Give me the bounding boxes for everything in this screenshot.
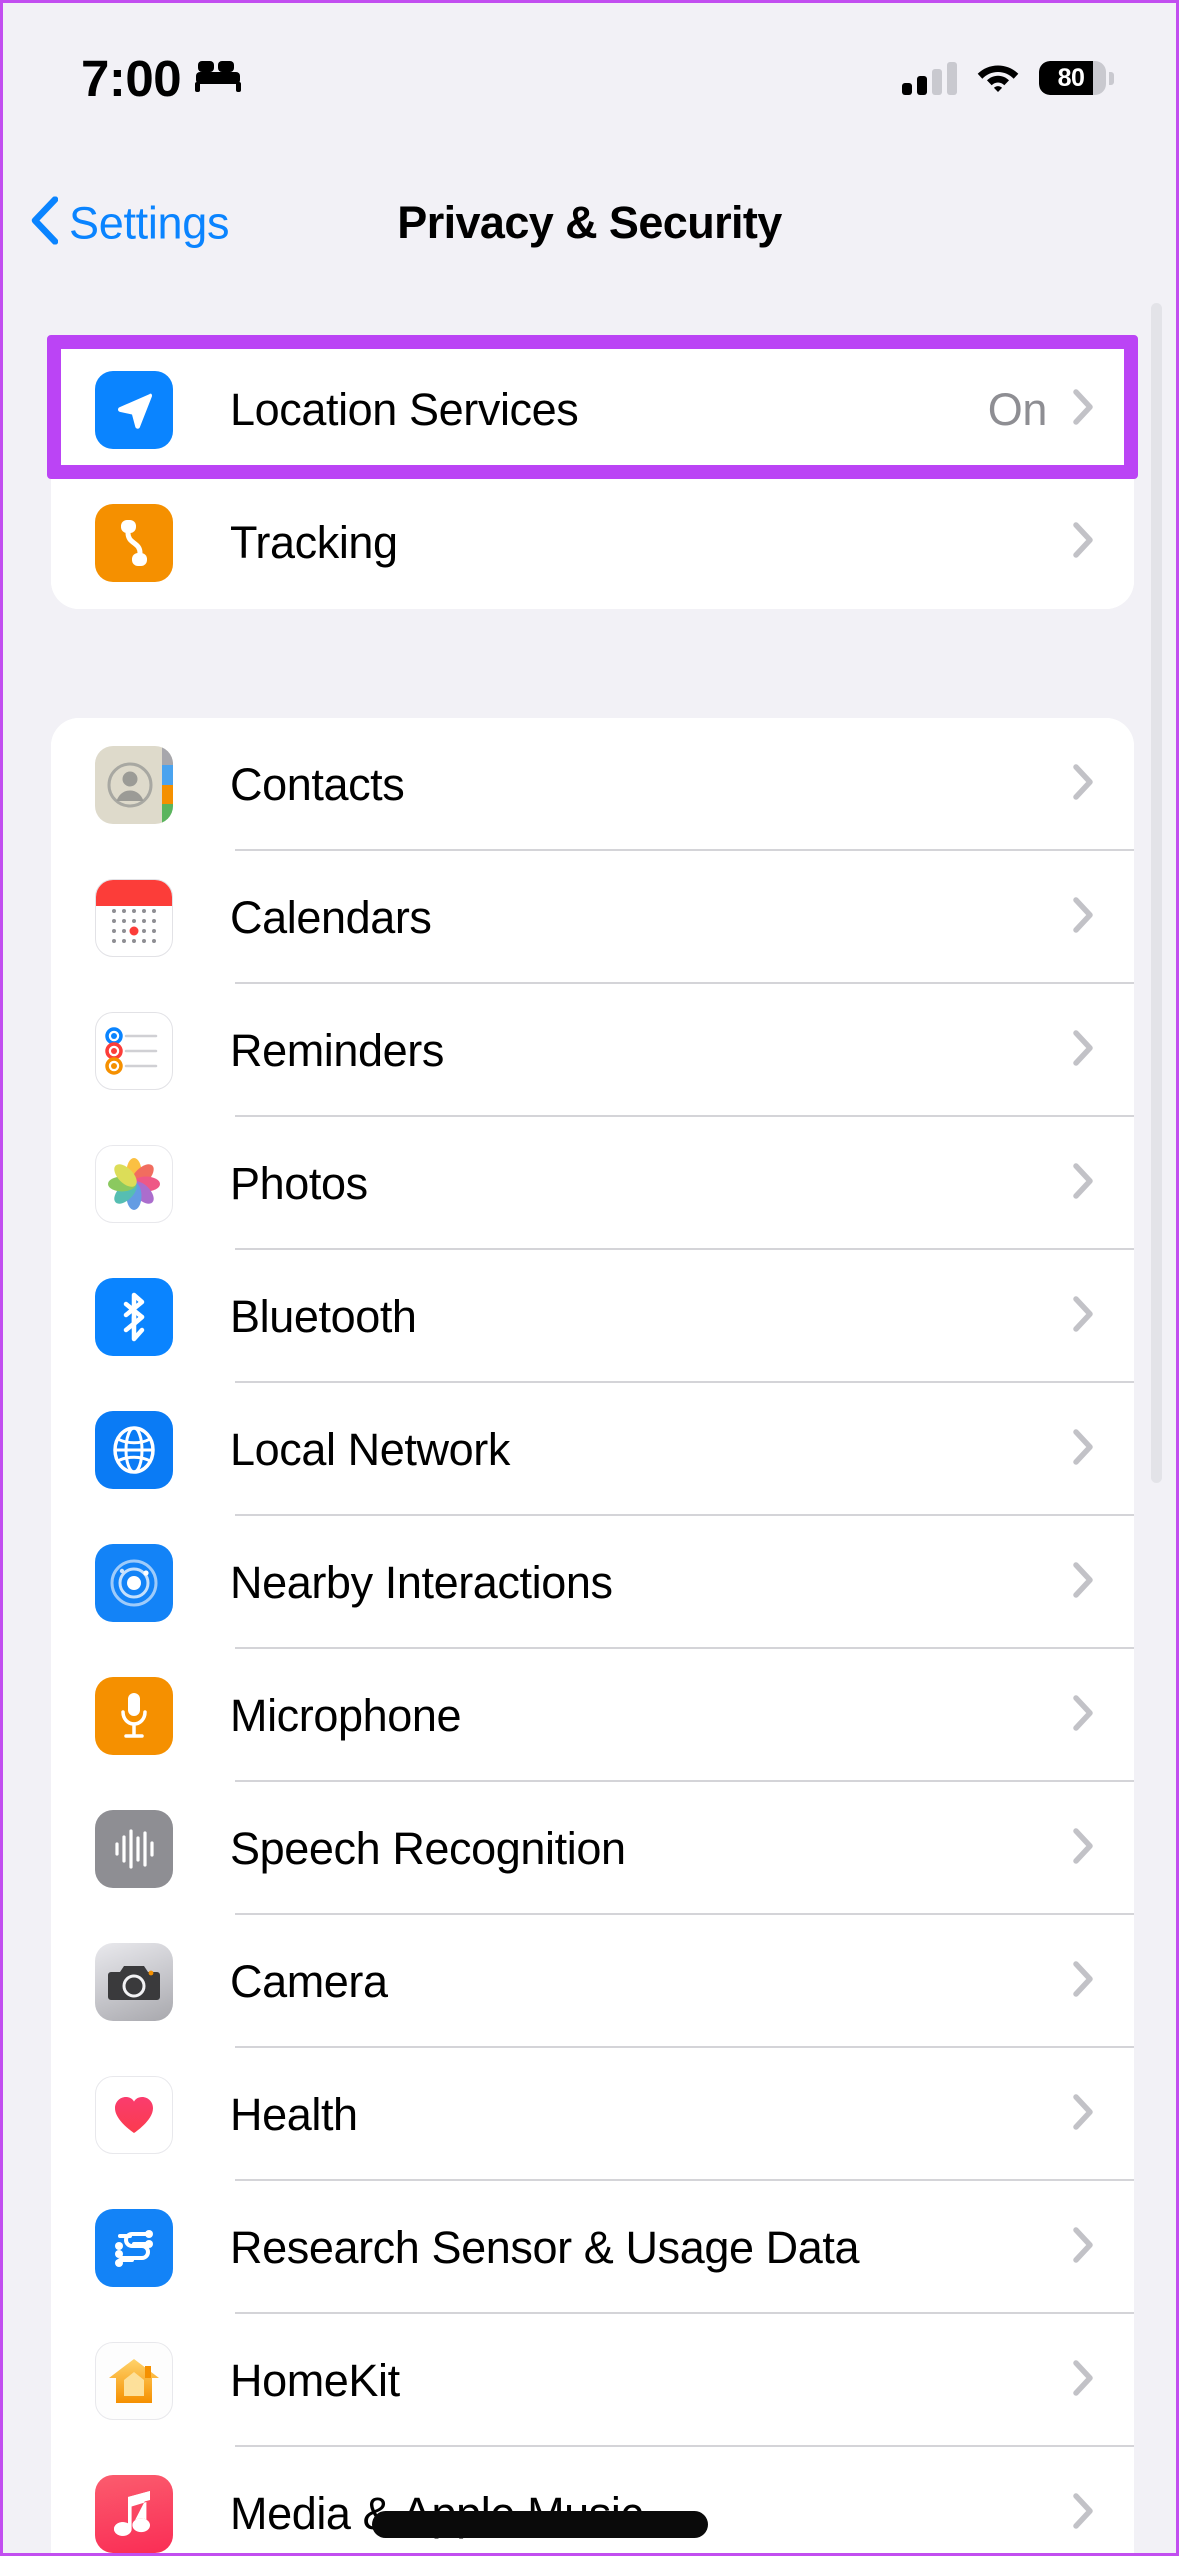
cellular-signal-icon xyxy=(902,61,957,95)
photos-icon xyxy=(95,1144,173,1223)
chevron-right-icon xyxy=(1073,1828,1094,1869)
status-bar: 7:00 80 xyxy=(3,3,1176,153)
row-homekit[interactable]: HomeKit xyxy=(51,2314,1134,2447)
row-label: Speech Recognition xyxy=(230,1823,626,1874)
chevron-right-icon xyxy=(1073,2493,1094,2534)
contacts-icon xyxy=(95,745,173,824)
chevron-right-icon xyxy=(1073,2094,1094,2135)
row-label: Location Services xyxy=(230,384,579,435)
row-reminders[interactable]: Reminders xyxy=(51,984,1134,1117)
research-sensor-icon xyxy=(95,2208,173,2287)
globe-icon xyxy=(95,1410,173,1489)
music-note-icon xyxy=(95,2474,173,2553)
row-label: HomeKit xyxy=(230,2355,400,2406)
row-label: Camera xyxy=(230,1956,388,2007)
row-label: Health xyxy=(230,2089,358,2140)
wifi-icon xyxy=(976,59,1020,97)
row-microphone[interactable]: Microphone xyxy=(51,1649,1134,1782)
row-label: Contacts xyxy=(230,759,405,810)
navigation-bar: Settings Privacy & Security xyxy=(3,153,1176,293)
nearby-radar-icon xyxy=(95,1543,173,1622)
row-label: Bluetooth xyxy=(230,1291,417,1342)
home-icon xyxy=(95,2341,173,2420)
row-label: Research Sensor & Usage Data xyxy=(230,2222,860,2273)
chevron-right-icon xyxy=(1073,897,1094,938)
settings-group-app-permissions: Contacts Calendars Reminders Photos Blue… xyxy=(51,718,1134,2553)
row-contacts[interactable]: Contacts xyxy=(51,718,1134,851)
row-local-network[interactable]: Local Network xyxy=(51,1383,1134,1516)
row-value: On xyxy=(987,384,1048,435)
chevron-right-icon xyxy=(1073,764,1094,805)
scrollbar[interactable] xyxy=(1151,303,1162,1483)
camera-icon xyxy=(95,1942,173,2021)
row-research-sensor[interactable]: Research Sensor & Usage Data xyxy=(51,2181,1134,2314)
chevron-right-icon xyxy=(1073,2227,1094,2268)
chevron-right-icon xyxy=(1073,1695,1094,1736)
tracking-icon xyxy=(95,503,173,582)
chevron-right-icon xyxy=(1073,522,1094,563)
row-label: Microphone xyxy=(230,1690,462,1741)
location-arrow-icon xyxy=(95,370,173,449)
chevron-right-icon xyxy=(1073,1163,1094,1204)
heart-icon xyxy=(95,2075,173,2154)
waveform-icon xyxy=(95,1809,173,1888)
row-tracking[interactable]: Tracking xyxy=(51,476,1134,609)
row-camera[interactable]: Camera xyxy=(51,1915,1134,2048)
settings-scroll-area: Location Services On Tracking Contacts C… xyxy=(3,293,1176,2553)
chevron-right-icon xyxy=(1073,1562,1094,1603)
microphone-icon xyxy=(95,1676,173,1755)
chevron-right-icon xyxy=(1073,1961,1094,2002)
battery-percent-label: 80 xyxy=(1057,63,1085,92)
bed-icon xyxy=(195,59,242,98)
battery-icon: 80 xyxy=(1039,61,1114,95)
row-label: Media & Apple Music xyxy=(230,2488,643,2539)
status-bar-left: 7:00 xyxy=(81,49,242,107)
chevron-right-icon xyxy=(1073,1296,1094,1337)
reminders-icon xyxy=(95,1011,173,1090)
row-location-services[interactable]: Location Services On xyxy=(51,343,1134,476)
row-label: Nearby Interactions xyxy=(230,1557,613,1608)
row-label: Calendars xyxy=(230,892,432,943)
status-bar-right: 80 xyxy=(902,59,1114,97)
row-nearby-interactions[interactable]: Nearby Interactions xyxy=(51,1516,1134,1649)
row-label: Photos xyxy=(230,1158,368,1209)
row-calendars[interactable]: Calendars xyxy=(51,851,1134,984)
row-speech-recognition[interactable]: Speech Recognition xyxy=(51,1782,1134,1915)
calendar-icon xyxy=(95,878,173,957)
bluetooth-icon xyxy=(95,1277,173,1356)
row-photos[interactable]: Photos xyxy=(51,1117,1134,1250)
row-label: Local Network xyxy=(230,1424,510,1475)
row-label: Tracking xyxy=(230,517,398,568)
chevron-right-icon xyxy=(1073,389,1094,430)
row-label: Reminders xyxy=(230,1025,444,1076)
chevron-right-icon xyxy=(1073,1030,1094,1071)
chevron-right-icon xyxy=(1073,2360,1094,2401)
row-health[interactable]: Health xyxy=(51,2048,1134,2181)
settings-group-primary: Location Services On Tracking xyxy=(51,343,1134,609)
row-media-apple-music[interactable]: Media & Apple Music xyxy=(51,2447,1134,2553)
row-bluetooth[interactable]: Bluetooth xyxy=(51,1250,1134,1383)
status-bar-clock: 7:00 xyxy=(81,49,182,107)
page-title: Privacy & Security xyxy=(397,197,782,248)
iphone-screen: 7:00 80 Settings Privacy & Security Loca… xyxy=(0,0,1179,2556)
chevron-right-icon xyxy=(1073,1429,1094,1470)
